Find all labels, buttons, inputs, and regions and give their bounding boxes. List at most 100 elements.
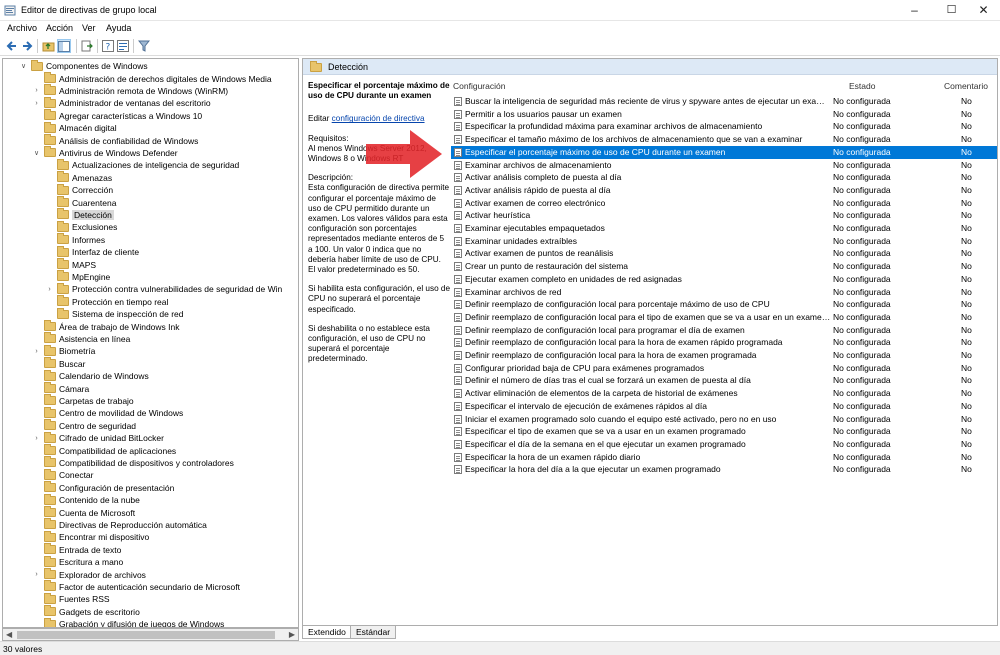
table-row[interactable]: Definir reemplazo de configuración local… <box>451 349 997 362</box>
scroll-right-icon[interactable]: ▶ <box>289 630 295 639</box>
tree-item[interactable]: Centro de movilidad de Windows <box>44 406 183 419</box>
table-row[interactable]: Examinar ejecutables empaquetados No conf… <box>451 222 997 235</box>
table-row[interactable]: Activar examen de puntos de reanálisis No… <box>451 247 997 260</box>
menu-ver[interactable]: Ver <box>82 23 96 33</box>
table-row[interactable]: Especificar el día de la semana en el qu… <box>451 438 997 451</box>
back-icon[interactable] <box>5 39 19 53</box>
expand-chevron-icon[interactable]: › <box>32 571 41 578</box>
table-row[interactable]: Especificar el tipo de examen que se va … <box>451 425 997 438</box>
maximize-button[interactable]: ☐ <box>935 0 968 21</box>
table-row[interactable]: Ejecutar examen completo en unidades de … <box>451 273 997 286</box>
minimize-button[interactable]: – <box>898 0 931 21</box>
table-row[interactable]: Definir reemplazo de configuración local… <box>451 298 997 311</box>
scroll-thumb[interactable] <box>17 631 275 639</box>
tree-item[interactable]: Cuenta de Microsoft <box>44 506 135 518</box>
tree-item[interactable]: Administración de derechos digitales de … <box>44 72 272 84</box>
tree-item[interactable]: Protección en tiempo real <box>57 295 168 308</box>
tree-item[interactable]: Factor de autenticación secundario de Mi… <box>44 580 240 593</box>
tree-item[interactable]: › Administración remota de Windows (WinRM… <box>35 84 228 97</box>
tree-item[interactable]: Cuarentena <box>57 196 116 208</box>
collapse-chevron-icon[interactable]: ∨ <box>32 149 41 157</box>
table-row[interactable]: Especificar el tamaño máximo de los arch… <box>451 133 997 146</box>
table-row[interactable]: Activar análisis completo de puesta al d… <box>451 171 997 184</box>
expand-chevron-icon[interactable]: › <box>32 100 41 107</box>
tree-item[interactable]: Sistema de inspección de red <box>57 307 184 320</box>
column-configuracion[interactable]: Configuración <box>453 81 505 91</box>
table-row[interactable]: Examinar unidades extraíbles No configura… <box>451 235 997 248</box>
table-row[interactable]: Especificar la profundidad máxima para e… <box>451 120 997 133</box>
table-row[interactable]: Definir reemplazo de configuración local… <box>451 324 997 337</box>
tree-item[interactable]: Escritura a mano <box>44 555 123 568</box>
table-row[interactable]: Examinar archivos de red No configurada No <box>451 286 997 299</box>
tree-horizontal-scrollbar[interactable]: ◀ ▶ <box>2 628 299 641</box>
forward-icon[interactable] <box>20 39 34 53</box>
table-row[interactable]: Activar heurística No configurada No <box>451 209 997 222</box>
expand-chevron-icon[interactable]: › <box>32 348 41 355</box>
expand-chevron-icon[interactable]: › <box>45 286 54 293</box>
table-row[interactable]: Especificar el intervalo de ejecución de… <box>451 400 997 413</box>
tree-item[interactable]: › Protección contra vulnerabilidades de s… <box>48 282 282 295</box>
tree-item[interactable]: Calendario de Windows <box>44 369 149 382</box>
tree-item[interactable]: Asistencia en línea <box>44 332 130 345</box>
tree-item[interactable]: Conectar <box>44 468 94 481</box>
tree-item[interactable]: Compatibilidad de dispositivos y control… <box>44 456 234 469</box>
folder-up-icon[interactable] <box>41 39 55 53</box>
table-row[interactable]: Definir reemplazo de configuración local… <box>451 336 997 349</box>
edit-policy-link[interactable]: configuración de directiva <box>332 114 425 123</box>
tree-item[interactable]: Análisis de confiabilidad de Windows <box>44 134 198 146</box>
tree-item[interactable]: Fuentes RSS <box>44 592 110 605</box>
column-estado[interactable]: Estado <box>849 81 875 91</box>
tree-item[interactable]: Centro de seguridad <box>44 419 136 432</box>
tree-item[interactable]: Gadgets de escritorio <box>44 605 140 618</box>
table-row[interactable]: Definir el número de días tras el cual s… <box>451 374 997 387</box>
tree-item[interactable]: Detección <box>57 208 114 221</box>
tree-item[interactable]: Carpetas de trabajo <box>44 394 134 407</box>
scroll-left-icon[interactable]: ◀ <box>6 630 12 639</box>
tree-item[interactable]: Actualizaciones de inteligencia de segur… <box>57 158 239 171</box>
tree-item[interactable]: › Explorador de archivos <box>35 568 146 580</box>
tree-item[interactable]: ∨ Componentes de Windows <box>21 59 148 72</box>
menu-accion[interactable]: Acción <box>46 23 73 33</box>
tab-estandar[interactable]: Estándar <box>350 626 397 639</box>
table-row[interactable]: Activar examen de correo electrónico No c… <box>451 197 997 210</box>
menu-archivo[interactable]: Archivo <box>7 23 37 33</box>
expand-chevron-icon[interactable]: › <box>32 435 41 442</box>
column-comentario[interactable]: Comentario <box>944 81 988 91</box>
close-button[interactable]: ✕ <box>967 0 1000 21</box>
table-row[interactable]: Definir reemplazo de configuración local… <box>451 311 997 324</box>
tree-item[interactable]: › Cifrado de unidad BitLocker <box>35 431 164 444</box>
export-list-icon[interactable] <box>80 39 94 53</box>
tree-item[interactable]: Almacén digital <box>44 121 117 134</box>
table-row[interactable]: Especificar la hora de un examen rápido … <box>451 451 997 464</box>
tree-item[interactable]: Área de trabajo de Windows Ink <box>44 320 179 332</box>
tree-item[interactable]: › Biometría <box>35 344 95 357</box>
tree-item[interactable]: Exclusiones <box>57 220 117 233</box>
tree-item[interactable]: Cámara <box>44 382 89 394</box>
table-row[interactable]: Configurar prioridad baja de CPU para ex… <box>451 362 997 375</box>
tree-item[interactable]: Grabación y difusión de juegos de Window… <box>44 617 224 627</box>
menu-ayuda[interactable]: Ayuda <box>106 23 131 33</box>
tree-item[interactable]: MAPS <box>57 258 96 270</box>
tree-item[interactable]: Directivas de Reproducción automática <box>44 518 207 531</box>
show-hide-tree-icon[interactable] <box>57 39 71 53</box>
tab-extendido[interactable]: Extendido <box>302 626 352 639</box>
help-icon[interactable]: ? <box>101 39 115 53</box>
tree-item[interactable]: Informes <box>57 233 105 246</box>
table-row[interactable]: Especificar el porcentaje máximo de uso … <box>451 145 997 159</box>
table-row[interactable]: Activar eliminación de elementos de la c… <box>451 387 997 400</box>
expand-chevron-icon[interactable]: › <box>32 87 41 94</box>
table-row[interactable]: Activar análisis rápido de puesta al día… <box>451 184 997 197</box>
tree-item[interactable]: ∨ Antivirus de Windows Defender <box>34 146 178 159</box>
tree-item[interactable]: Encontrar mi dispositivo <box>44 530 149 543</box>
tree-item[interactable]: Buscar <box>44 357 85 370</box>
tree-item[interactable]: Agregar características a Windows 10 <box>44 109 202 122</box>
table-row[interactable]: Iniciar el examen programado solo cuando… <box>451 413 997 426</box>
tree-item[interactable]: Interfaz de cliente <box>57 245 139 258</box>
tree-item[interactable]: Contenido de la nube <box>44 493 140 506</box>
properties-icon[interactable] <box>116 39 130 53</box>
tree-item[interactable]: Entrada de texto <box>44 543 121 556</box>
collapse-chevron-icon[interactable]: ∨ <box>19 62 28 70</box>
table-row[interactable]: Buscar la inteligencia de seguridad más … <box>451 95 997 108</box>
tree-item[interactable]: › Administrador de ventanas del escritori… <box>35 96 211 109</box>
table-row[interactable]: Examinar archivos de almacenamiento No co… <box>451 159 997 172</box>
